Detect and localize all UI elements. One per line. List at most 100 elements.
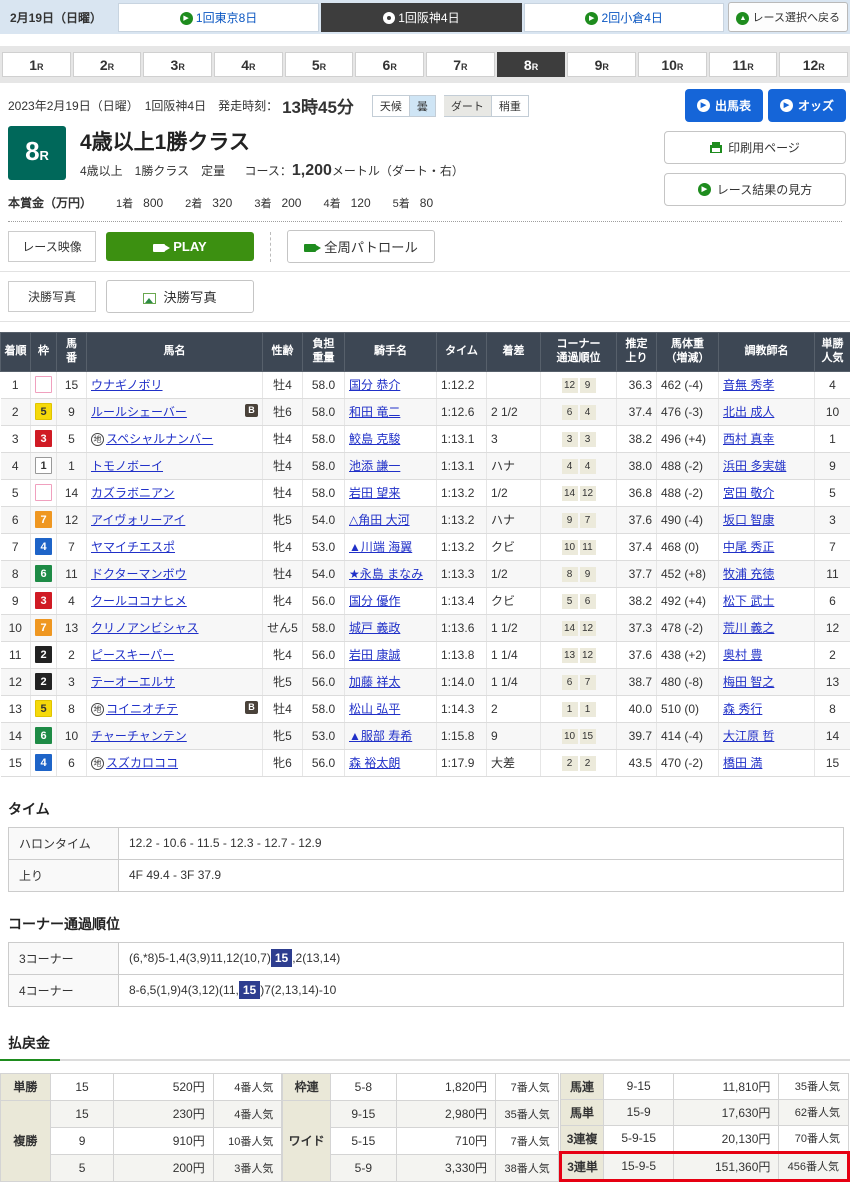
- carried-weight: 58.0: [303, 425, 345, 452]
- print-page-button[interactable]: 印刷用ページ: [664, 131, 846, 164]
- jockey-link[interactable]: 岩田 康誠: [349, 648, 400, 662]
- payout-amount: 1,820円: [396, 1073, 495, 1100]
- jockey-cell: △角田 大河: [345, 506, 437, 533]
- finish-photo-button[interactable]: 決勝写真: [106, 280, 254, 313]
- jockey-link[interactable]: 国分 優作: [349, 594, 400, 608]
- finish-position: 2: [1, 398, 31, 425]
- result-row: 6712アイヴォリーアイ牝554.0△角田 大河1:13.2ハナ9737.649…: [1, 506, 850, 533]
- trainer-link[interactable]: 宮田 敬介: [723, 486, 774, 500]
- column-header: 馬体重（増減）: [657, 333, 719, 372]
- carried-weight: 58.0: [303, 398, 345, 425]
- finish-position: 11: [1, 641, 31, 668]
- trainer-cell: 橋田 満: [719, 749, 815, 776]
- finish-time: 1:13.1: [437, 425, 487, 452]
- horse-name-link[interactable]: カズラボニアン: [91, 486, 175, 500]
- horse-name-link[interactable]: ヤマイチエスポ: [91, 540, 175, 554]
- carried-weight: 54.0: [303, 560, 345, 587]
- result-row: 14610チャーチャンテン牝553.0▲服部 寿希1:15.89101539.7…: [1, 722, 850, 749]
- horse-name-link[interactable]: クールココナヒメ: [91, 594, 187, 608]
- trainer-link[interactable]: 大江原 哲: [723, 729, 774, 743]
- payout-amount: 11,810円: [673, 1073, 778, 1099]
- bet-type-label: 枠連: [283, 1073, 331, 1100]
- trainer-link[interactable]: 中尾 秀正: [723, 540, 774, 554]
- prize-item: 4着120: [305, 196, 370, 210]
- jockey-link[interactable]: 岩田 望来: [349, 486, 400, 500]
- horse-weight: 470 (-2): [657, 749, 719, 776]
- horse-name-link[interactable]: アイヴォリーアイ: [91, 513, 185, 527]
- jockey-link[interactable]: 鮫島 克駿: [349, 432, 400, 446]
- jockey-link[interactable]: ▲川端 海翼: [349, 540, 412, 554]
- jockey-link[interactable]: 池添 謙一: [349, 459, 400, 473]
- jockey-link[interactable]: △角田 大河: [349, 513, 410, 527]
- patrol-video-button[interactable]: 全周パトロール: [287, 230, 435, 263]
- race-tab-3r[interactable]: 3R: [143, 52, 212, 77]
- horse-name-link[interactable]: テーオーエルサ: [91, 675, 175, 689]
- race-tab-6r[interactable]: 6R: [355, 52, 424, 77]
- meeting-tab[interactable]: ▶ 2回小倉4日: [524, 3, 725, 32]
- trainer-link[interactable]: 森 秀行: [723, 702, 762, 716]
- trainer-link[interactable]: 奥村 豊: [723, 648, 762, 662]
- entry-table-button[interactable]: ▶出馬表: [685, 89, 763, 122]
- horse-name-link[interactable]: ドクターマンボウ: [91, 567, 187, 581]
- jockey-cell: 国分 恭介: [345, 371, 437, 398]
- horse-name-link[interactable]: ピースキーパー: [91, 648, 174, 662]
- horse-name-link[interactable]: コイニオチテ: [106, 702, 178, 716]
- race-tab-1r[interactable]: 1R: [2, 52, 71, 77]
- horse-name-link[interactable]: ルールシェーバー: [91, 405, 187, 419]
- jockey-cell: 岩田 望来: [345, 479, 437, 506]
- trainer-link[interactable]: 坂口 智康: [723, 513, 774, 527]
- jockey-link[interactable]: ★永島 まなみ: [349, 567, 423, 581]
- odds-button[interactable]: ▶オッズ: [768, 89, 846, 122]
- horse-name-link[interactable]: ウナギノボリ: [91, 378, 163, 392]
- race-tab-7r[interactable]: 7R: [426, 52, 495, 77]
- race-tab-4r[interactable]: 4R: [214, 52, 283, 77]
- race-number-badge: 8R: [8, 126, 66, 180]
- jockey-link[interactable]: ▲服部 寿希: [349, 729, 412, 743]
- bracket-number: 5: [31, 695, 57, 722]
- column-header: 推定上り: [617, 333, 657, 372]
- meeting-tab[interactable]: 1回阪神4日: [321, 3, 522, 32]
- horse-name-link[interactable]: クリノアンビシャス: [91, 621, 199, 635]
- race-tab-10r[interactable]: 10R: [638, 52, 707, 77]
- jockey-link[interactable]: 国分 恭介: [349, 378, 400, 392]
- horse-name-link[interactable]: トモノボーイ: [91, 459, 163, 473]
- back-to-race-select-button[interactable]: ▲ レース選択へ戻る: [728, 2, 848, 32]
- results-guide-button[interactable]: ▶レース結果の見方: [664, 173, 846, 206]
- trainer-link[interactable]: 牧浦 充徳: [723, 567, 774, 581]
- corner-positions: 97: [541, 506, 617, 533]
- race-tab-5r[interactable]: 5R: [285, 52, 354, 77]
- trainer-link[interactable]: 荒川 義之: [723, 621, 774, 635]
- horse-name-link[interactable]: スペシャルナンバー: [106, 432, 213, 446]
- race-tab-8r[interactable]: 8R: [497, 52, 566, 77]
- play-button[interactable]: PLAY: [106, 232, 254, 261]
- jockey-link[interactable]: 加藤 祥太: [349, 675, 400, 689]
- photo-icon: [143, 293, 156, 304]
- race-tab-2r[interactable]: 2R: [73, 52, 142, 77]
- meeting-tab[interactable]: ▶ 1回東京8日: [118, 3, 319, 32]
- trainer-link[interactable]: 浜田 多実雄: [723, 459, 786, 473]
- trainer-link[interactable]: 松下 武士: [723, 594, 774, 608]
- horse-number: 12: [57, 506, 87, 533]
- race-tab-12r[interactable]: 12R: [779, 52, 848, 77]
- race-tab-11r[interactable]: 11R: [709, 52, 778, 77]
- trainer-link[interactable]: 北出 成人: [723, 405, 774, 419]
- trainer-link[interactable]: 橋田 満: [723, 756, 762, 770]
- result-row: 1546地スズカロココ牝656.0森 裕太朗1:17.9大差2243.5470 …: [1, 749, 850, 776]
- horse-name-link[interactable]: スズカロココ: [106, 756, 178, 770]
- furlong-time-value: 12.2 - 10.6 - 11.5 - 12.3 - 12.7 - 12.9: [119, 827, 844, 859]
- time-section-title: タイム: [8, 799, 842, 819]
- jockey-link[interactable]: 松山 弘平: [349, 702, 400, 716]
- course-label: コース：: [244, 164, 291, 178]
- trainer-link[interactable]: 音無 秀孝: [723, 378, 774, 392]
- jockey-link[interactable]: 森 裕太朗: [349, 756, 400, 770]
- race-tab-9r[interactable]: 9R: [567, 52, 636, 77]
- trainer-cell: 音無 秀孝: [719, 371, 815, 398]
- finish-position: 14: [1, 722, 31, 749]
- combination: 5-8: [331, 1073, 397, 1100]
- jockey-link[interactable]: 和田 竜二: [349, 405, 400, 419]
- trainer-link[interactable]: 西村 真幸: [723, 432, 774, 446]
- jockey-link[interactable]: 城戸 義政: [349, 621, 400, 635]
- trainer-link[interactable]: 梅田 智之: [723, 675, 774, 689]
- payout-amount: 17,630円: [673, 1099, 778, 1125]
- horse-name-link[interactable]: チャーチャンテン: [91, 729, 187, 743]
